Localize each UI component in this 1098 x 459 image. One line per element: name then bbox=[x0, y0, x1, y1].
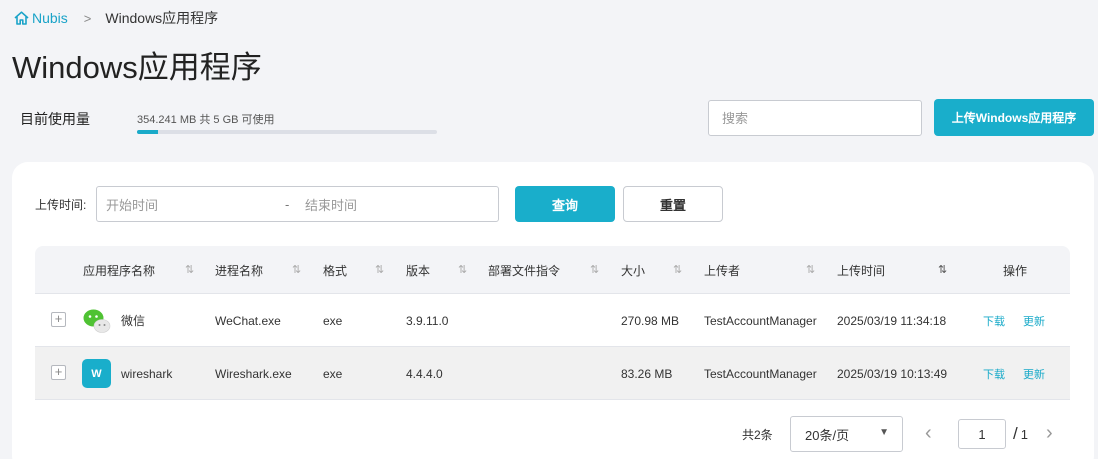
table-row: + W wireshark Wireshark.exe exe 4.4.4.0 … bbox=[35, 347, 1070, 400]
table-row: + 微信 WeChat.exe exe 3.9.11.0 270.98 MB T… bbox=[35, 294, 1070, 347]
column-header-operations: 操作 bbox=[1003, 263, 1028, 278]
update-link[interactable]: 更新 bbox=[1023, 294, 1045, 347]
sort-icon[interactable]: ⇅ bbox=[458, 263, 467, 276]
column-header-deploy-command[interactable]: 部署文件指令 bbox=[488, 246, 560, 294]
column-header-size[interactable]: 大小 bbox=[621, 246, 645, 294]
date-range-separator: - bbox=[285, 196, 290, 212]
chevron-right-icon[interactable]: › bbox=[1046, 422, 1053, 445]
upload-time-label: 上传时间: bbox=[35, 198, 87, 212]
version: 3.9.11.0 bbox=[406, 313, 449, 328]
page-size-value: 20条/页 bbox=[805, 427, 850, 443]
usage-progress-bar bbox=[137, 130, 437, 134]
page-number-input[interactable] bbox=[958, 419, 1006, 449]
column-header-version[interactable]: 版本 bbox=[406, 246, 430, 294]
breadcrumb-current: Windows应用程序 bbox=[105, 10, 219, 26]
app-name: 微信 bbox=[121, 314, 146, 328]
home-icon bbox=[14, 11, 29, 25]
update-link[interactable]: 更新 bbox=[1023, 347, 1045, 400]
column-header-process-name[interactable]: 进程名称 bbox=[215, 246, 263, 294]
wireshark-icon: W bbox=[82, 359, 111, 388]
usage-label: 目前使用量 bbox=[20, 111, 90, 127]
page-size-select[interactable]: 20条/页 ▼ bbox=[790, 416, 903, 452]
sort-icon[interactable]: ⇅ bbox=[806, 263, 815, 276]
page-slash: / bbox=[1013, 424, 1018, 443]
version: 4.4.4.0 bbox=[406, 366, 443, 381]
uploader: TestAccountManager bbox=[704, 313, 817, 328]
upload-time: 2025/03/19 11:34:18 bbox=[837, 313, 947, 328]
column-header-uploader[interactable]: 上传者 bbox=[704, 246, 740, 294]
sort-icon[interactable]: ⇅ bbox=[375, 263, 384, 276]
process-name: Wireshark.exe bbox=[215, 366, 292, 381]
wechat-icon bbox=[83, 309, 111, 333]
download-link[interactable]: 下载 bbox=[983, 294, 1005, 347]
uploader: TestAccountManager bbox=[704, 366, 817, 381]
page-title: Windows应用程序 bbox=[12, 50, 262, 85]
app-name: wireshark bbox=[121, 366, 173, 381]
sort-icon[interactable]: ⇅ bbox=[590, 263, 599, 276]
end-time-input[interactable]: 结束时间 bbox=[305, 195, 357, 214]
upload-time-range-picker[interactable]: 开始时间 - 结束时间 bbox=[96, 186, 499, 222]
chevron-left-icon[interactable]: ‹ bbox=[925, 422, 932, 445]
applications-table: 应用程序名称 ⇅ 进程名称 ⇅ 格式 ⇅ 版本 ⇅ 部署文件指令 ⇅ 大小 ⇅ … bbox=[35, 246, 1070, 400]
format: exe bbox=[323, 313, 343, 328]
column-header-upload-time[interactable]: 上传时间 bbox=[837, 246, 885, 294]
sort-icon[interactable]: ⇅ bbox=[185, 263, 194, 276]
sort-icon[interactable]: ⇅ bbox=[673, 263, 682, 276]
usage-text: 354.241 MB 共 5 GB 可使用 bbox=[137, 114, 275, 126]
download-link[interactable]: 下载 bbox=[983, 347, 1005, 400]
breadcrumb-home-link[interactable]: Nubis bbox=[14, 10, 68, 26]
column-header-app-name[interactable]: 应用程序名称 bbox=[83, 246, 155, 294]
size: 270.98 MB bbox=[621, 313, 680, 328]
format: exe bbox=[323, 366, 343, 381]
caret-down-icon: ▼ bbox=[879, 427, 889, 438]
sort-icon[interactable]: ⇅ bbox=[292, 263, 301, 276]
sort-desc-icon[interactable]: ⇅ bbox=[938, 263, 947, 276]
breadcrumb-separator: > bbox=[83, 10, 92, 26]
expand-row-icon[interactable]: + bbox=[51, 365, 66, 380]
search-input[interactable] bbox=[708, 100, 922, 136]
process-name: WeChat.exe bbox=[215, 313, 281, 328]
expand-row-icon[interactable]: + bbox=[51, 312, 66, 327]
table-header: 应用程序名称 ⇅ 进程名称 ⇅ 格式 ⇅ 版本 ⇅ 部署文件指令 ⇅ 大小 ⇅ … bbox=[35, 246, 1070, 294]
total-count: 共2条 bbox=[742, 428, 773, 442]
usage-progress-fill bbox=[137, 130, 158, 134]
query-button[interactable]: 查询 bbox=[515, 186, 615, 222]
column-header-format[interactable]: 格式 bbox=[323, 246, 347, 294]
content-panel: 上传时间: 开始时间 - 结束时间 查询 重置 应用程序名称 ⇅ 进程名称 ⇅ … bbox=[12, 162, 1094, 459]
upload-time: 2025/03/19 10:13:49 bbox=[837, 366, 948, 381]
reset-button[interactable]: 重置 bbox=[623, 186, 723, 222]
breadcrumb: Nubis > Windows应用程序 bbox=[14, 9, 218, 27]
total-pages: /1 bbox=[1013, 424, 1028, 444]
start-time-input[interactable]: 开始时间 bbox=[97, 195, 285, 214]
size: 83.26 MB bbox=[621, 366, 673, 381]
upload-windows-app-button[interactable]: 上传Windows应用程序 bbox=[934, 99, 1094, 136]
breadcrumb-home-label: Nubis bbox=[32, 10, 68, 26]
total-pages-value: 1 bbox=[1020, 427, 1028, 442]
pagination: 共2条 20条/页 ▼ ‹ /1 › bbox=[12, 416, 1094, 452]
